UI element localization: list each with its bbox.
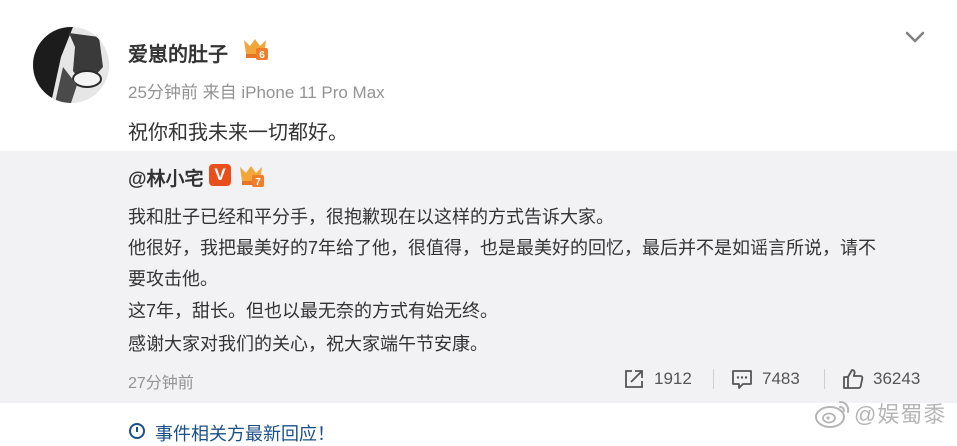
fan-medal-icon: 6 — [244, 39, 268, 61]
avatar-photo — [33, 27, 109, 103]
post-text: 祝你和我未来一切都好。 — [128, 122, 348, 144]
like-button[interactable]: 36243 — [841, 367, 920, 391]
repost-line: 我和肚子已经和平分手，很抱歉现在以这样的方式告诉大家。 — [128, 207, 614, 227]
repost-line: 这7年，甜长。但也以最无奈的方式有始无终。 — [128, 301, 499, 321]
share-button[interactable]: 1912 — [622, 367, 692, 391]
comment-button[interactable]: 7483 — [730, 367, 800, 391]
watermark-text: @娱蜀黍 — [854, 402, 947, 427]
divider — [824, 369, 825, 389]
fan-medal-icon: 7 — [240, 166, 264, 188]
medal-number: 7 — [255, 177, 261, 188]
comment-icon — [732, 370, 752, 389]
verified-badge-icon: V — [209, 164, 231, 186]
repost-username[interactable]: @林小宅 — [128, 164, 204, 191]
footer-link[interactable]: 事件相关方最新回应！ — [155, 420, 335, 446]
divider — [713, 369, 714, 389]
like-count: 36243 — [873, 369, 921, 388]
chevron-down-icon[interactable] — [902, 26, 928, 48]
topic-icon — [129, 423, 145, 439]
thumbs-up-icon — [843, 369, 864, 389]
avatar[interactable] — [33, 27, 109, 103]
weibo-logo-icon — [815, 401, 850, 428]
post-username[interactable]: 爱崽的肚子 — [128, 38, 228, 67]
share-icon — [625, 370, 643, 388]
watermark: @娱蜀黍 — [812, 396, 946, 430]
medal-number: 6 — [259, 50, 265, 61]
share-count: 1912 — [654, 369, 692, 388]
comment-count: 7483 — [762, 369, 800, 388]
repost-line: 感谢大家对我们的关心，祝大家端午节安康。 — [128, 334, 488, 354]
repost-time[interactable]: 27分钟前 — [128, 369, 194, 393]
repost-card[interactable]: @林小宅 V 7 我和肚子已经和平分手，很抱歉现在以这样的方式告诉大家。 他很好… — [0, 151, 957, 403]
repost-line: 要攻击他。 — [128, 269, 218, 289]
repost-line: 他很好，我把最美好的7年给了他，很值得，也是最美好的回忆，最后并不是如谣言所说，… — [128, 238, 877, 258]
post-meta: 25分钟前 来自 iPhone 11 Pro Max — [128, 83, 385, 102]
